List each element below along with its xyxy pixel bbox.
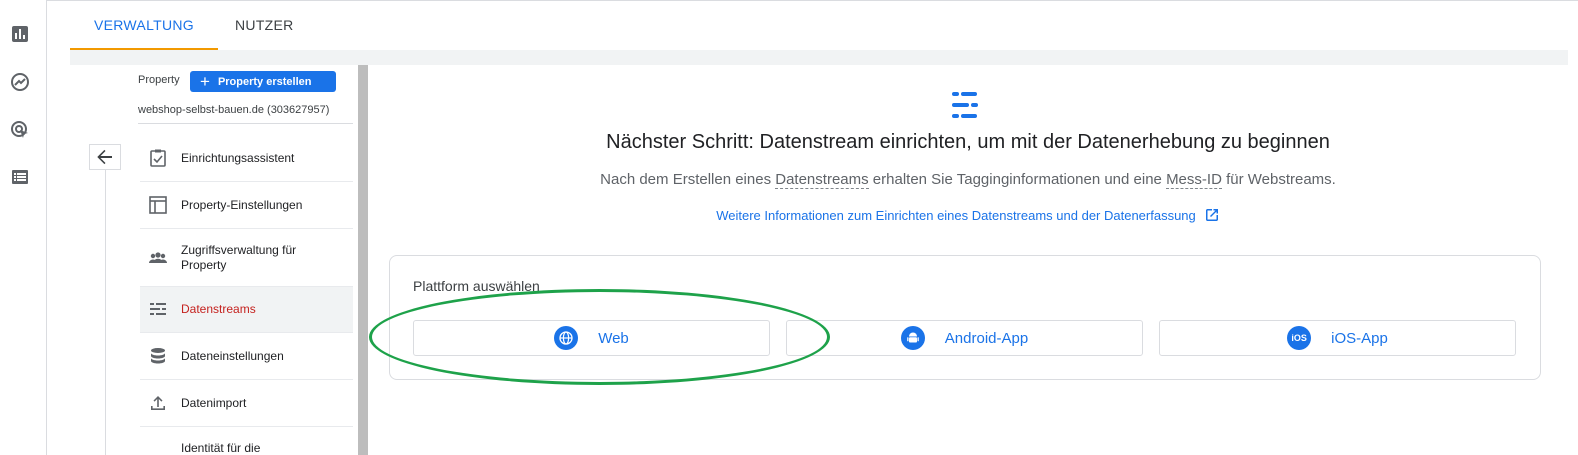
platform-ios-button[interactable]: iOS iOS-App — [1159, 320, 1516, 356]
nav-label: Datenimport — [181, 395, 247, 410]
learn-more-text: Weitere Informationen zum Einrichten ein… — [716, 207, 1196, 223]
platform-label: Web — [598, 329, 629, 347]
android-icon — [900, 326, 925, 350]
upload-icon — [140, 393, 176, 413]
create-property-label: Property erstellen — [217, 75, 312, 88]
globe-icon — [554, 326, 579, 350]
people-icon — [140, 248, 176, 268]
platform-label: Android-App — [944, 329, 1029, 347]
nav-property-einstellungen[interactable]: Property-Einstellungen — [140, 182, 353, 229]
platform-title: Plattform auswählen — [413, 278, 540, 294]
property-label: Property — [138, 74, 180, 86]
arrow-back-icon — [97, 149, 112, 165]
nav-label: Einrichtungsassistent — [181, 150, 295, 165]
ios-icon: iOS — [1287, 326, 1312, 350]
property-selector[interactable]: webshop-selbst-bauen.de (303627957) — [138, 104, 329, 116]
learn-more-link[interactable]: Weitere Informationen zum Einrichten ein… — [368, 207, 1568, 223]
nav-einrichtungsassistent[interactable]: Einrichtungsassistent — [140, 135, 353, 182]
nav-dateneinstellungen[interactable]: Dateneinstellungen — [140, 333, 353, 380]
description-text: erhalten Sie Tagginginformationen und ei… — [868, 171, 1167, 188]
tab-nutzer[interactable]: NUTZER — [211, 1, 318, 50]
tree-line — [105, 170, 106, 455]
advertising-icon[interactable] — [9, 119, 31, 141]
nav-label: Property-Einstellungen — [181, 197, 303, 212]
term-datenstreams[interactable]: Datenstreams — [775, 171, 869, 189]
left-rail — [0, 0, 47, 455]
admin-tabs: VERWALTUNG NUTZER — [47, 0, 1578, 50]
plus-icon: + — [200, 72, 210, 91]
scrollbar[interactable] — [358, 65, 368, 455]
nav-datenimport[interactable]: Datenimport — [140, 380, 353, 427]
database-icon — [140, 346, 176, 366]
nav-zugriffsverwaltung[interactable]: Zugriffsverwaltung für Property — [140, 229, 353, 287]
create-property-button[interactable]: + Property erstellen — [190, 71, 336, 92]
identity-icon — [140, 441, 176, 455]
platform-label: iOS-App — [1331, 329, 1388, 347]
configure-icon[interactable] — [9, 166, 31, 188]
nav-identitaet[interactable]: Identität für die — [140, 427, 353, 455]
nav-label: Datenstreams — [181, 302, 256, 316]
nav-label: Zugriffsverwaltung für Property — [181, 242, 297, 272]
nav-label: Identität für die — [181, 441, 261, 455]
tab-verwaltung[interactable]: VERWALTUNG — [70, 1, 218, 50]
checklist-icon — [140, 148, 176, 168]
page-title: Nächster Schritt: Datenstream einrichten… — [606, 131, 1330, 153]
bar-chart-icon[interactable] — [9, 23, 31, 45]
open-in-new-icon — [1205, 209, 1218, 221]
platform-android-button[interactable]: Android-App — [786, 320, 1143, 356]
description-text: Nach dem Erstellen eines — [600, 171, 776, 188]
description: Nach dem Erstellen eines Datenstreams er… — [368, 171, 1568, 189]
description-text: für Webstreams. — [1221, 171, 1336, 188]
back-button[interactable] — [89, 144, 121, 170]
term-mess-id[interactable]: Mess-ID — [1166, 171, 1222, 189]
platform-web-button[interactable]: Web — [413, 320, 770, 356]
nav-datenstreams[interactable]: Datenstreams — [140, 287, 353, 333]
explore-icon[interactable] — [9, 71, 31, 93]
nav-label: Dateneinstellungen — [181, 348, 284, 363]
divider — [138, 123, 353, 124]
data-streams-icon — [140, 300, 176, 320]
data-streams-icon — [948, 88, 982, 127]
platform-card — [389, 255, 1541, 380]
window-icon — [140, 195, 176, 215]
